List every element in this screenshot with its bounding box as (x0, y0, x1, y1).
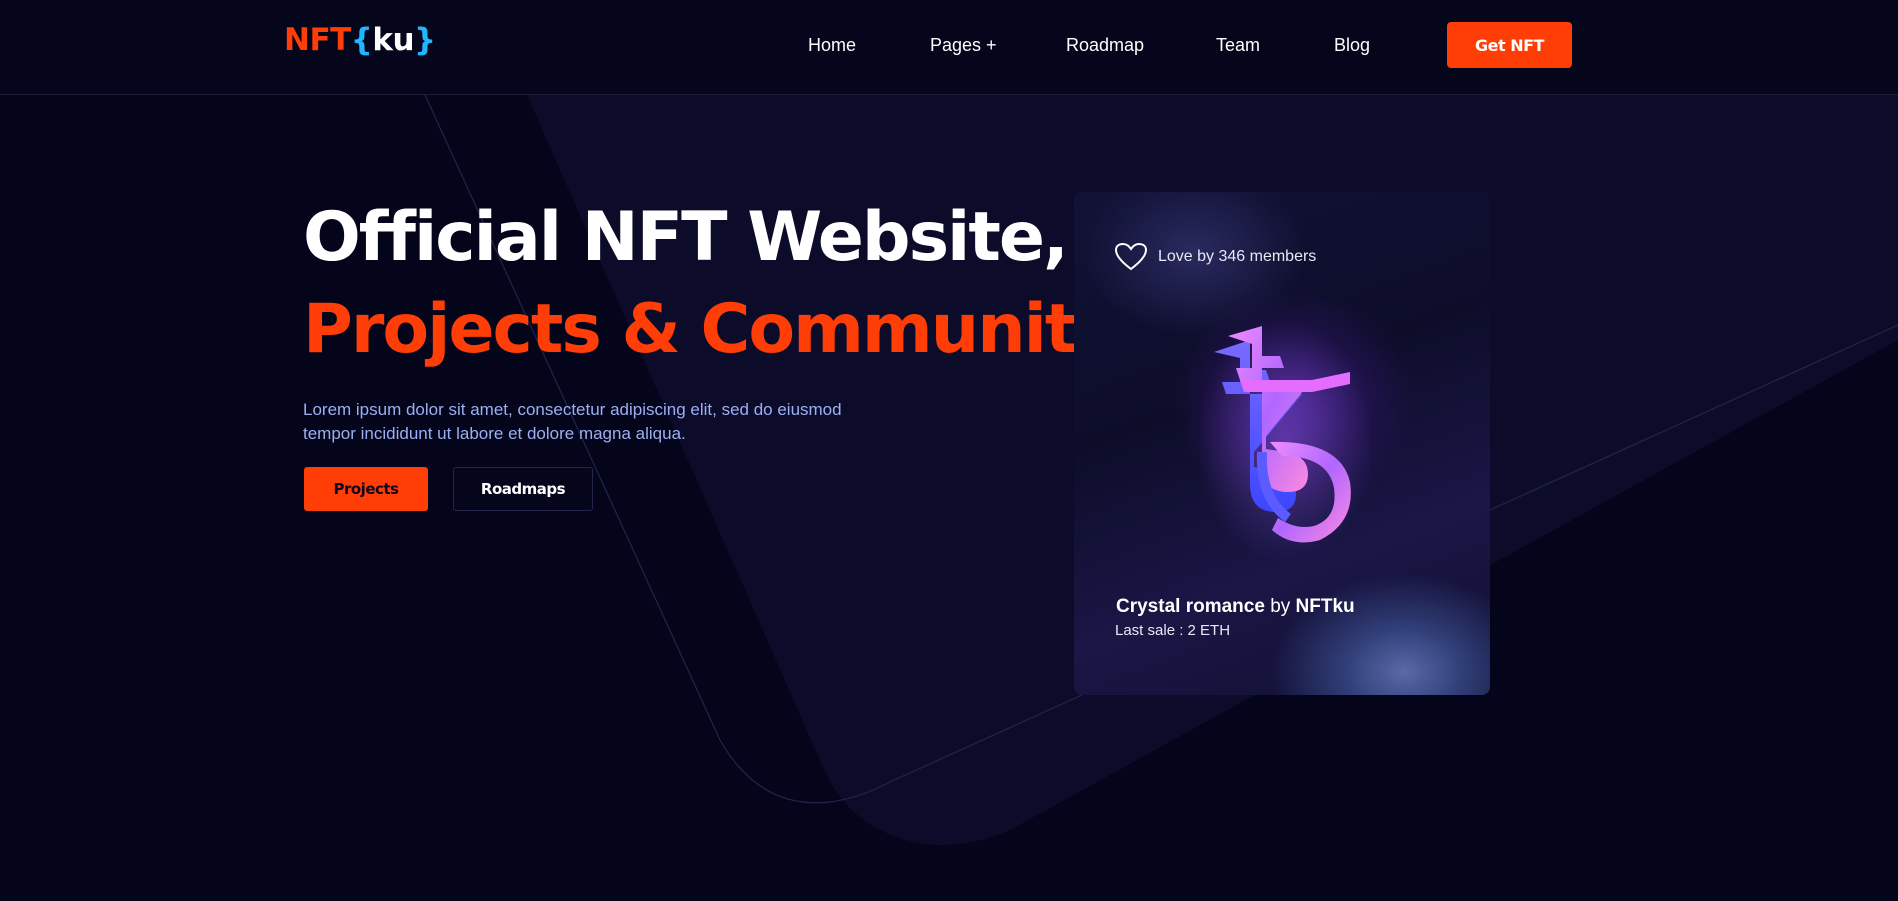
last-sale: Last sale : 2 ETH (1115, 622, 1231, 639)
logo[interactable]: NFT { ku } (284, 22, 436, 58)
by-word: by (1270, 596, 1291, 617)
logo-ku: ku (372, 22, 415, 58)
love-row: Love by 346 members (1114, 242, 1316, 272)
nft-card[interactable]: Love by 346 members Crystal romance by N… (1074, 192, 1490, 695)
hero-description: Lorem ipsum dolor sit amet, consectetur … (303, 400, 842, 443)
tezos-crystal-icon (1200, 322, 1370, 562)
logo-brace-close: } (414, 22, 436, 58)
nft-author[interactable]: NFTku (1296, 596, 1355, 617)
get-nft-button[interactable]: Get NFT (1447, 22, 1572, 68)
card-title: Crystal romance by NFTku (1116, 596, 1355, 618)
hero-title: Official NFT Website, Projects & Communi… (303, 192, 1120, 376)
background-decoration (424, 94, 1898, 845)
nav-pages[interactable]: Pages + (930, 35, 997, 56)
hero-title-line2: Projects & Community (303, 290, 1120, 369)
logo-nft: NFT (284, 22, 351, 58)
nav-home[interactable]: Home (808, 35, 856, 56)
page: NFT { ku } Home Pages + Roadmap Team Blo… (0, 0, 1898, 901)
roadmaps-button[interactable]: Roadmaps (453, 467, 593, 511)
nav-roadmap[interactable]: Roadmap (1066, 35, 1144, 56)
site-header: NFT { ku } Home Pages + Roadmap Team Blo… (0, 0, 1898, 95)
heart-icon[interactable] (1114, 242, 1148, 272)
nft-name: Crystal romance (1116, 596, 1265, 617)
nav-team[interactable]: Team (1216, 35, 1260, 56)
projects-button[interactable]: Projects (304, 467, 428, 511)
hero-title-line1: Official NFT Website, (303, 198, 1069, 277)
nav-blog[interactable]: Blog (1334, 35, 1370, 56)
love-count-text: Love by 346 members (1158, 248, 1317, 265)
logo-brace-open: { (350, 22, 373, 58)
